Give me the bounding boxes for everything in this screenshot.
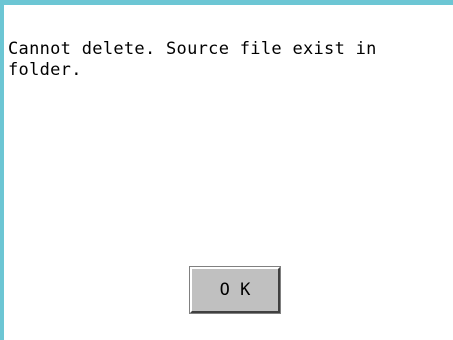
dialog-message: Cannot delete. Source file exist in fold… bbox=[8, 39, 377, 80]
ok-button[interactable]: O K bbox=[189, 266, 281, 314]
error-dialog: Cannot delete. Source file exist in fold… bbox=[0, 0, 453, 340]
